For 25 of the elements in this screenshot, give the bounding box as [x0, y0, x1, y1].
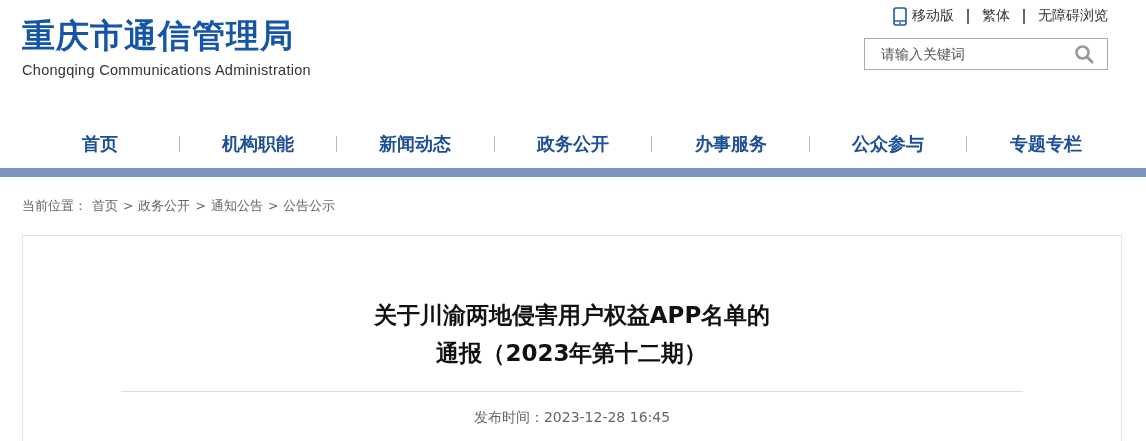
mobile-phone-icon — [893, 6, 907, 26]
top-link[interactable]: 移动版 — [912, 7, 954, 25]
breadcrumb-link[interactable]: 政务公开 — [138, 198, 191, 235]
breadcrumb-label: 当前位置： — [22, 198, 87, 215]
site-logo-title[interactable]: 重庆市通信管理局 — [22, 14, 311, 58]
breadcrumb-link[interactable]: 公告公示 — [283, 198, 336, 235]
nav-item[interactable]: 首页 — [22, 131, 179, 156]
site-subtitle: Chongqing Communications Administration — [22, 62, 311, 78]
nav-item[interactable]: 办事服务 — [652, 131, 809, 156]
breadcrumb-separator: > — [195, 198, 206, 215]
nav-item[interactable]: 政务公开 — [494, 131, 652, 156]
nav-item[interactable]: 机构职能 — [179, 131, 337, 156]
breadcrumb-link[interactable]: 通知公告 — [210, 198, 263, 235]
breadcrumb-separator: > — [267, 198, 279, 215]
search-field[interactable]: 请输入关键词 — [864, 38, 1108, 70]
nav-item[interactable]: 新闻动态 — [337, 131, 494, 156]
article-title: 关于川渝两地侵害用户权益APP名单的通报（2023年第十二期） — [372, 301, 772, 368]
nav-item[interactable]: 公众参与 — [809, 131, 967, 156]
search-icon[interactable] — [1074, 44, 1094, 64]
top-link[interactable]: 无障碍浏览 — [1038, 7, 1108, 25]
breadcrumb-link[interactable]: 首页 — [92, 198, 118, 235]
nav-item[interactable]: 专题专栏 — [967, 131, 1125, 156]
top-link[interactable]: 繁体 — [982, 7, 1010, 25]
publish-time: 发布时间：2023-12-28 16:45 — [473, 409, 671, 427]
breadcrumb-separator: > — [123, 198, 134, 215]
